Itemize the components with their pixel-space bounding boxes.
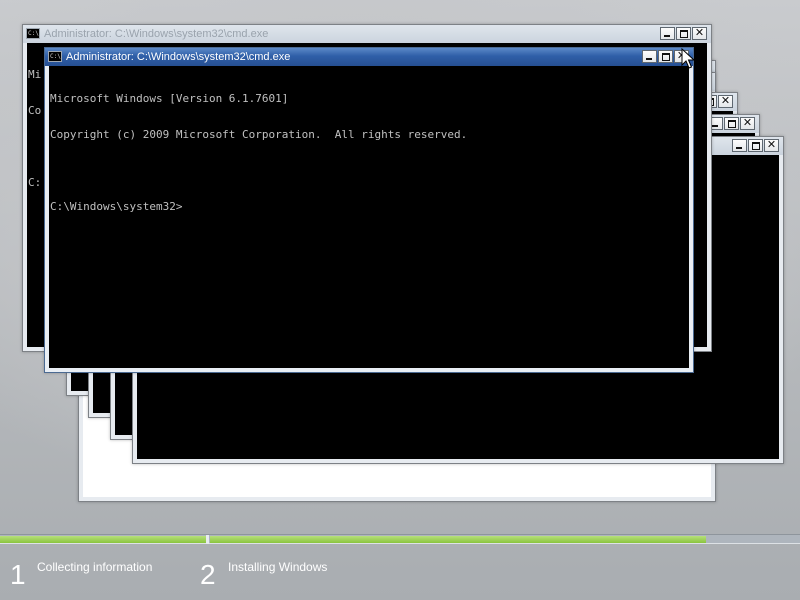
step-label: Collecting information: [37, 560, 153, 574]
step-number: 1: [10, 559, 26, 590]
window-title: Administrator: C:\Windows\system32\cmd.e…: [44, 28, 269, 40]
close-icon[interactable]: ✕: [764, 139, 779, 152]
setup-progress-bar: [0, 534, 800, 544]
close-icon[interactable]: ✕: [692, 27, 707, 40]
close-icon[interactable]: ✕: [718, 95, 733, 108]
cmd-icon: C:\: [26, 28, 40, 39]
minimize-icon[interactable]: [732, 139, 747, 152]
maximize-icon[interactable]: [748, 139, 763, 152]
console-area[interactable]: Microsoft Windows [Version 6.1.7601] Cop…: [49, 66, 689, 368]
window-buttons: ✕: [707, 117, 755, 131]
maximize-icon[interactable]: [724, 117, 739, 130]
progress-segment-installing: [210, 536, 706, 543]
window-buttons: ✕: [659, 27, 707, 41]
close-icon[interactable]: ✕: [740, 117, 755, 130]
window-title: Administrator: C:\Windows\system32\cmd.e…: [66, 51, 291, 63]
progress-divider: [206, 535, 209, 544]
console-line: C:\Windows\system32>: [50, 200, 183, 213]
window-buttons: ✕: [731, 139, 779, 153]
minimize-icon[interactable]: [660, 27, 675, 40]
titlebar[interactable]: C:\ Administrator: C:\Windows\system32\c…: [45, 48, 693, 66]
console-line: Copyright (c) 2009 Microsoft Corporation…: [50, 128, 468, 141]
console-line: Microsoft Windows [Version 6.1.7601]: [50, 92, 289, 105]
maximize-icon[interactable]: [676, 27, 691, 40]
titlebar[interactable]: C:\ Administrator: C:\Windows\system32\c…: [23, 25, 711, 43]
mouse-pointer-icon: [681, 48, 696, 69]
progress-segment-collecting: [0, 536, 206, 543]
step-label: Installing Windows: [228, 560, 328, 574]
cmd-icon: C:\: [48, 51, 62, 62]
cmd-window-active[interactable]: C:\ Administrator: C:\Windows\system32\c…: [44, 47, 694, 373]
minimize-icon[interactable]: [642, 50, 657, 63]
step-number: 2: [200, 559, 216, 590]
maximize-icon[interactable]: [658, 50, 673, 63]
